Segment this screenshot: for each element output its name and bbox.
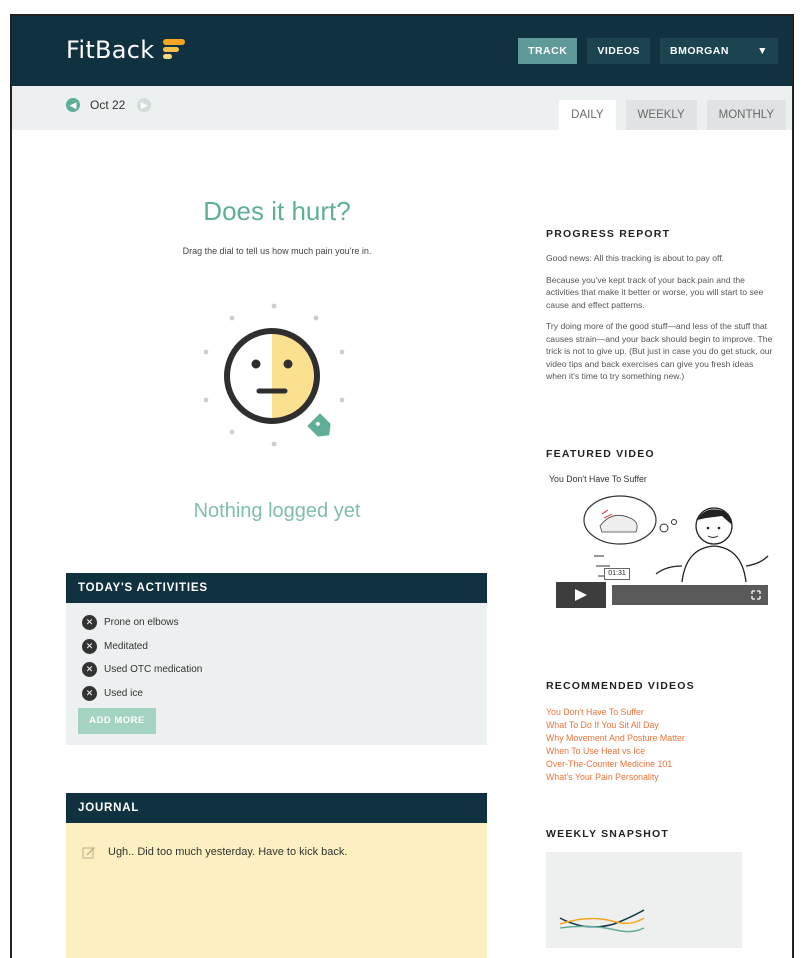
remove-icon[interactable]: ✕	[82, 686, 97, 701]
progress-report-heading: PROGRESS REPORT	[546, 228, 671, 240]
weekly-snapshot-chart[interactable]	[546, 852, 742, 948]
date-toolbar: ◀ Oct 22 ▶ DAILY WEEKLY MONTHLY	[12, 86, 792, 130]
video-thumbnail-illustration	[583, 495, 769, 583]
journal-entry[interactable]: Ugh.. Did too much yesterday. Have to ki…	[82, 845, 347, 859]
video-time: 01:31	[604, 568, 630, 580]
pain-dial[interactable]	[192, 296, 352, 466]
tab-daily[interactable]: DAILY	[559, 100, 616, 130]
date-navigator: ◀ Oct 22 ▶	[66, 98, 152, 112]
tab-monthly[interactable]: MONTHLY	[706, 100, 786, 130]
journal-panel[interactable]: Ugh.. Did too much yesterday. Have to ki…	[66, 823, 487, 958]
video-controls: 01:31	[556, 568, 772, 608]
add-more-button[interactable]: ADD MORE	[78, 708, 156, 734]
main-nav: TRACK VIDEOS BMORGAN ▼	[508, 38, 778, 64]
progress-report-text: Good news: All this tracking is about to…	[546, 252, 774, 392]
current-date: Oct 22	[90, 98, 126, 112]
featured-video-player[interactable]: 01:31	[556, 486, 772, 608]
featured-video-title: You Don't Have To Suffer	[549, 474, 647, 484]
nav-track-button[interactable]: TRACK	[518, 38, 578, 64]
journal-header: JOURNAL	[66, 793, 487, 823]
next-day-icon[interactable]: ▶	[137, 98, 152, 112]
top-navigation-bar: FitBack TRACK VIDEOS BMORGAN ▼	[12, 16, 792, 86]
video-link[interactable]: What To Do If You Sit All Day	[546, 719, 685, 732]
play-icon	[575, 589, 587, 601]
remove-icon[interactable]: ✕	[82, 662, 97, 677]
activity-label: Used OTC medication	[104, 664, 203, 675]
progress-paragraph: Try doing more of the good stuff—and les…	[546, 321, 773, 381]
pain-question-title: Does it hurt?	[203, 196, 351, 226]
featured-video-heading: FEATURED VIDEO	[546, 448, 655, 460]
progress-paragraph: Good news: All this tracking is about to…	[546, 253, 725, 263]
activities-panel: ✕ Prone on elbows ✕ Meditated ✕ Used OTC…	[66, 603, 487, 745]
activity-item: ✕ Used OTC medication	[82, 662, 202, 677]
log-status-message: Nothing logged yet	[193, 500, 361, 522]
weekly-snapshot-heading: WEEKLY SNAPSHOT	[546, 828, 670, 840]
activity-item: ✕ Used ice	[82, 686, 143, 701]
snapshot-sparklines	[559, 909, 645, 933]
video-link[interactable]: Why Movement And Posture Matter	[546, 732, 685, 745]
period-tabs: DAILY WEEKLY MONTHLY	[549, 100, 786, 130]
activities-header: TODAY'S ACTIVITIES	[66, 573, 487, 603]
recommended-videos-heading: RECOMMENDED VIDEOS	[546, 680, 695, 692]
video-link[interactable]: What's Your Pain Personality	[546, 771, 685, 784]
play-button[interactable]	[556, 582, 606, 608]
pain-dial-graphic	[203, 303, 345, 447]
brand-name: FitBack	[66, 36, 155, 64]
fullscreen-icon[interactable]	[612, 585, 768, 605]
journal-entry-text: Ugh.. Did too much yesterday. Have to ki…	[108, 846, 348, 858]
previous-day-icon[interactable]: ◀	[66, 98, 80, 112]
logo-stripes-icon	[162, 39, 185, 59]
recommended-videos-list: You Don't Have To Suffer What To Do If Y…	[546, 706, 685, 784]
activity-item: ✕ Meditated	[82, 639, 148, 654]
tab-weekly[interactable]: WEEKLY	[625, 100, 697, 130]
activity-label: Prone on elbows	[104, 617, 179, 628]
activity-item: ✕ Prone on elbows	[82, 615, 179, 630]
chevron-down-icon: ▼	[757, 45, 768, 57]
pencil-icon	[82, 847, 95, 859]
nav-videos-button[interactable]: VIDEOS	[587, 38, 650, 64]
activity-label: Meditated	[104, 641, 148, 652]
video-link[interactable]: You Don't Have To Suffer	[546, 706, 685, 719]
user-name: BMORGAN	[670, 45, 729, 57]
video-seek-bar[interactable]	[612, 585, 768, 605]
user-menu-button[interactable]: BMORGAN ▼	[660, 38, 778, 64]
remove-icon[interactable]: ✕	[82, 615, 97, 630]
app-window: FitBack TRACK VIDEOS BMORGAN ▼ ◀ Oct 22 …	[10, 14, 794, 958]
brand-logo[interactable]: FitBack	[66, 36, 189, 64]
progress-paragraph: Because you've kept track of your back p…	[546, 274, 764, 310]
remove-icon[interactable]: ✕	[82, 639, 97, 654]
pain-instruction: Drag the dial to tell us how much pain y…	[182, 246, 372, 256]
video-link[interactable]: Over-The-Counter Medicine 101	[546, 758, 685, 771]
video-link[interactable]: When To Use Heat vs Ice	[546, 745, 685, 758]
activity-label: Used ice	[104, 688, 143, 699]
